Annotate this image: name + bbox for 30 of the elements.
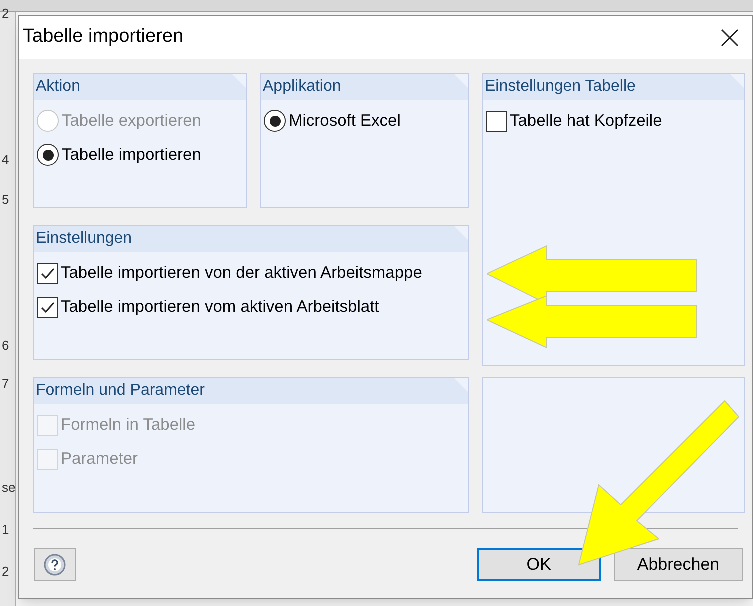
checkbox-option[interactable]: Tabelle importieren von der aktiven Arbeitsmappe	[37, 261, 468, 286]
checkbox-option[interactable]: Tabelle importieren vom aktiven Arbeitsblatt	[37, 294, 468, 320]
row-number: 5	[2, 191, 10, 209]
group-title: Einstellungen Tabelle	[485, 77, 636, 97]
checkbox[interactable]	[486, 110, 507, 132]
dialog-button[interactable]: Abbrechen	[614, 548, 743, 581]
row-number: 7	[2, 375, 10, 393]
check-icon	[40, 266, 55, 281]
checkbox[interactable]	[37, 296, 58, 318]
radio-option[interactable]: Microsoft Excel	[264, 109, 468, 134]
row-number: 2	[2, 5, 10, 23]
help-icon	[43, 552, 67, 576]
radio-option[interactable]: Tabelle importieren	[37, 142, 246, 168]
radio-button[interactable]	[37, 144, 59, 166]
row-number: 6	[2, 337, 10, 355]
row-number: 4	[2, 151, 10, 169]
check-icon	[40, 300, 55, 315]
row-number: 1	[2, 521, 10, 539]
checkbox[interactable]	[37, 262, 58, 284]
row-number: se	[2, 479, 16, 497]
dialog-button[interactable]: OK	[477, 548, 601, 581]
row-number: 2	[2, 563, 10, 581]
group-title: Einstellungen	[36, 229, 132, 249]
group-title: Formeln und Parameter	[36, 381, 205, 401]
window-title: Tabelle importieren	[23, 25, 184, 50]
radio-button[interactable]	[264, 110, 286, 132]
group-title: Applikation	[263, 77, 342, 97]
checkbox-option[interactable]: Tabelle hat Kopfzeile	[486, 109, 744, 134]
help-button[interactable]	[34, 548, 76, 581]
group-title: Aktion	[36, 77, 80, 97]
